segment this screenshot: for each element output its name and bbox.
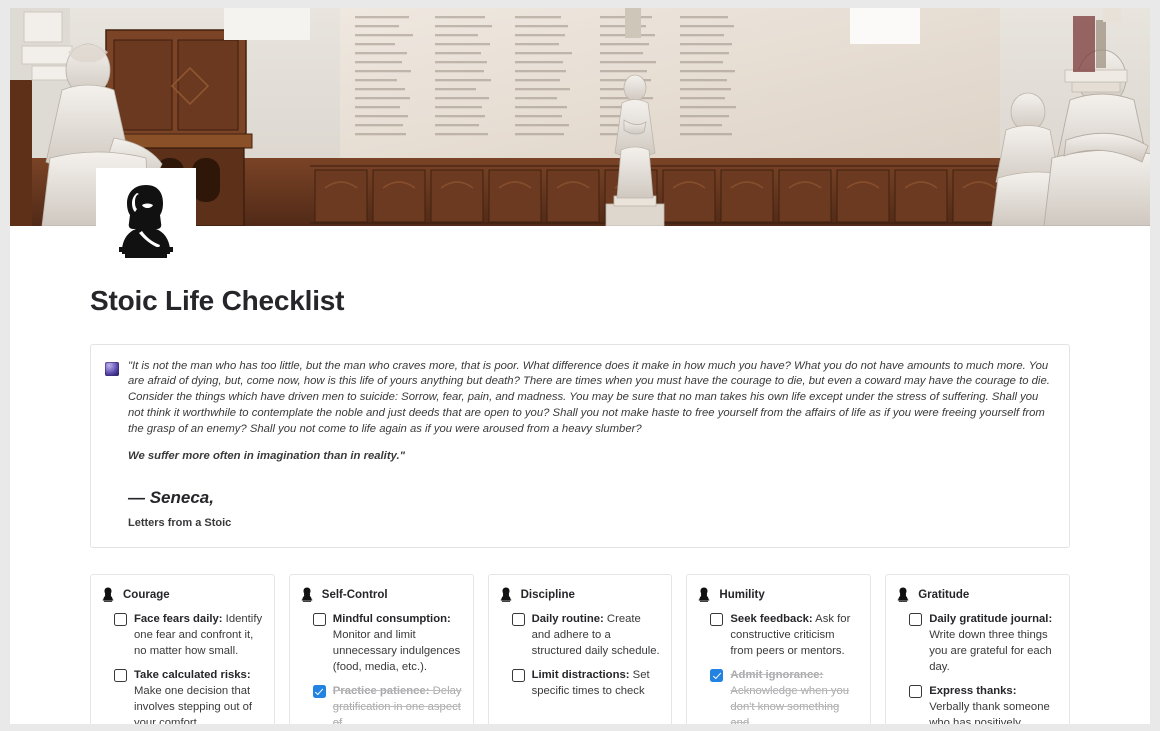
page-content: Stoic Life Checklist "It is not the man … — [10, 284, 1150, 724]
checklist-item[interactable]: Seek feedback: Ask for constructive crit… — [710, 611, 859, 659]
checklist-item-text: Seek feedback: Ask for constructive crit… — [730, 611, 859, 659]
checklist-item-label: Limit distractions: — [531, 669, 630, 682]
checklist-item-label: Face fears daily: — [134, 613, 223, 626]
checklist-item[interactable]: Face fears daily: Identify one fear and … — [114, 611, 263, 659]
philosopher-bust-icon — [500, 587, 511, 603]
checklist-item[interactable]: Daily routine: Create and adhere to a st… — [511, 611, 661, 659]
checklist-item-detail: Verbally thank someone who has positivel… — [929, 701, 1050, 724]
checkbox-checked[interactable] — [312, 685, 326, 699]
checkbox-unchecked[interactable] — [909, 613, 923, 627]
quote-callout[interactable]: "It is not the man who has too little, b… — [90, 343, 1070, 549]
philosopher-bust-icon — [699, 587, 710, 603]
checklist-column-header: Discipline — [500, 587, 661, 603]
checklist-item[interactable]: Practice patience: Delay gratification i… — [312, 683, 462, 724]
checkbox-checked[interactable] — [710, 669, 724, 683]
checklist-item-detail: Monitor and limit unnecessary indulgence… — [332, 629, 461, 674]
checklist-item-label: Express thanks: — [929, 685, 1017, 698]
checklist-item[interactable]: Limit distractions: Set specific times t… — [511, 667, 661, 699]
checkbox-unchecked[interactable] — [710, 613, 724, 627]
checklist-item-text: Express thanks: Verbally thank someone w… — [929, 683, 1058, 724]
checklist-item-text: Limit distractions: Set specific times t… — [532, 667, 661, 699]
checkbox-unchecked[interactable] — [312, 613, 326, 627]
checkbox-unchecked[interactable] — [511, 613, 525, 627]
checklist-item-text: Daily gratitude journal: Write down thre… — [929, 611, 1058, 675]
checklist-item-label: Mindful consumption: — [332, 613, 451, 626]
philosopher-bust-icon — [301, 587, 313, 603]
checklist-item-label: Daily gratitude journal: — [929, 613, 1053, 626]
checklist-column-title: Gratitude — [918, 588, 970, 601]
notion-page: Stoic Life Checklist "It is not the man … — [10, 8, 1150, 724]
quote-source: Letters from a Stoic — [128, 517, 232, 530]
checklist-item[interactable]: Take calculated risks: Make one decision… — [114, 667, 263, 724]
checkbox-unchecked[interactable] — [909, 685, 923, 699]
checklist-item-label: Take calculated risks: — [134, 669, 251, 682]
checklist-column-title: Humility — [719, 588, 765, 601]
seneca-avatar-icon — [105, 361, 119, 376]
quote-paragraph: "It is not the man who has too little, b… — [128, 359, 1050, 435]
checklist-item-detail: Write down three things you are grateful… — [929, 629, 1052, 674]
philosopher-bust-icon — [119, 185, 173, 258]
checklist-column-title: Courage — [123, 588, 170, 601]
checklist-item[interactable]: Mindful consumption: Monitor and limit u… — [312, 611, 462, 675]
checklist-item-text: Admit ignorance: Acknowledge when you do… — [730, 667, 859, 724]
philosopher-bust-icon — [897, 587, 909, 603]
checklist-column-title: Discipline — [520, 588, 575, 601]
checklist-item-text: Practice patience: Delay gratification i… — [333, 683, 462, 724]
checklist-item-label: Practice patience: — [332, 685, 430, 698]
checklist-column: Gratitude Daily gratitude journal: Write … — [885, 574, 1070, 724]
checklist-column: Humility Seek feedback: Ask for construct… — [686, 574, 872, 724]
checklist-item-label: Admit ignorance: — [730, 669, 824, 682]
checklist-item-detail: Acknowledge when you don't know somethin… — [730, 685, 850, 724]
checklist-column-header: Self-Control — [301, 587, 462, 603]
checklist-item[interactable]: Daily gratitude journal: Write down thre… — [909, 611, 1058, 675]
checklist-item-text: Take calculated risks: Make one decision… — [134, 667, 263, 724]
quote-author: — Seneca, — [128, 488, 214, 508]
checkbox-unchecked[interactable] — [114, 613, 127, 627]
checklist-item-label: Seek feedback: — [730, 613, 813, 626]
checklist-item-text: Face fears daily: Identify one fear and … — [134, 611, 263, 659]
checklist-item-text: Mindful consumption: Monitor and limit u… — [333, 611, 462, 675]
checklist-item-detail: Make one decision that involves stepping… — [134, 685, 253, 724]
page-icon-card[interactable] — [96, 168, 196, 276]
checklist-columns: Courage Face fears daily: Identify one fe… — [90, 574, 1070, 724]
checklist-column-header: Courage — [102, 587, 263, 603]
checkbox-unchecked[interactable] — [511, 669, 525, 683]
checklist-item[interactable]: Admit ignorance: Acknowledge when you do… — [710, 667, 859, 724]
checkbox-unchecked[interactable] — [114, 669, 127, 683]
checklist-column: Self-Control Mindful consumption: Monitor… — [288, 574, 474, 724]
checklist-column-title: Self-Control — [321, 588, 388, 601]
checklist-item-text: Daily routine: Create and adhere to a st… — [532, 611, 661, 659]
philosopher-bust-icon — [102, 587, 114, 603]
checklist-column-header: Gratitude — [897, 587, 1058, 603]
checklist-column-header: Humility — [698, 587, 859, 603]
checklist-column: Discipline Daily routine: Create and adhe… — [487, 574, 673, 724]
checklist-item-label: Daily routine: — [531, 613, 604, 626]
quote-highlight-line: We suffer more often in imagination than… — [128, 449, 405, 462]
page-title: Stoic Life Checklist — [90, 285, 345, 316]
quote-callout-body: "It is not the man who has too little, b… — [128, 359, 1055, 530]
checklist-item[interactable]: Express thanks: Verbally thank someone w… — [909, 683, 1058, 724]
checklist-column: Courage Face fears daily: Identify one fe… — [90, 574, 275, 724]
